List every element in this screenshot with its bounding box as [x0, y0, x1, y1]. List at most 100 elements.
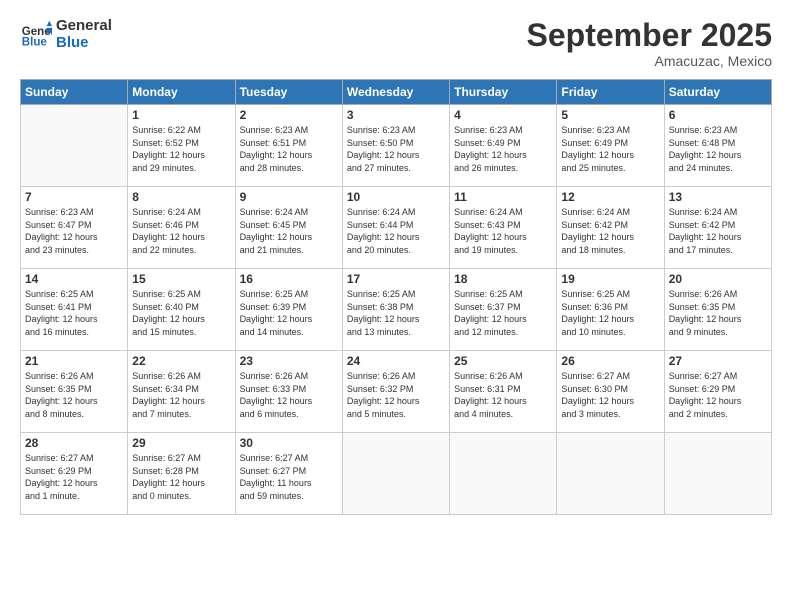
day-info: Sunrise: 6:26 AM Sunset: 6:34 PM Dayligh… [132, 370, 230, 420]
day-info: Sunrise: 6:23 AM Sunset: 6:47 PM Dayligh… [25, 206, 123, 256]
table-row: 27 Sunrise: 6:27 AM Sunset: 6:29 PM Dayli… [664, 351, 771, 433]
col-monday: Monday [128, 80, 235, 105]
svg-text:Blue: Blue [22, 36, 48, 48]
day-info: Sunrise: 6:26 AM Sunset: 6:32 PM Dayligh… [347, 370, 445, 420]
day-number: 18 [454, 272, 552, 286]
day-info: Sunrise: 6:25 AM Sunset: 6:40 PM Dayligh… [132, 288, 230, 338]
table-row: 29 Sunrise: 6:27 AM Sunset: 6:28 PM Dayli… [128, 433, 235, 515]
table-row [21, 105, 128, 187]
title-block: September 2025 Amacuzac, Mexico [527, 18, 772, 69]
col-saturday: Saturday [664, 80, 771, 105]
day-number: 21 [25, 354, 123, 368]
day-number: 10 [347, 190, 445, 204]
day-info: Sunrise: 6:25 AM Sunset: 6:36 PM Dayligh… [561, 288, 659, 338]
day-info: Sunrise: 6:24 AM Sunset: 6:43 PM Dayligh… [454, 206, 552, 256]
day-info: Sunrise: 6:22 AM Sunset: 6:52 PM Dayligh… [132, 124, 230, 174]
day-info: Sunrise: 6:25 AM Sunset: 6:39 PM Dayligh… [240, 288, 338, 338]
day-number: 26 [561, 354, 659, 368]
table-row: 3Sunrise: 6:23 AM Sunset: 6:50 PM Daylig… [342, 105, 449, 187]
day-info: Sunrise: 6:23 AM Sunset: 6:49 PM Dayligh… [561, 124, 659, 174]
day-number: 11 [454, 190, 552, 204]
day-info: Sunrise: 6:24 AM Sunset: 6:45 PM Dayligh… [240, 206, 338, 256]
col-tuesday: Tuesday [235, 80, 342, 105]
day-info: Sunrise: 6:27 AM Sunset: 6:30 PM Dayligh… [561, 370, 659, 420]
calendar-week-row: 28Sunrise: 6:27 AM Sunset: 6:29 PM Dayli… [21, 433, 772, 515]
day-info: Sunrise: 6:23 AM Sunset: 6:48 PM Dayligh… [669, 124, 767, 174]
table-row: 17Sunrise: 6:25 AM Sunset: 6:38 PM Dayli… [342, 269, 449, 351]
logo-general: General [56, 17, 112, 34]
table-row: 4 Sunrise: 6:23 AM Sunset: 6:49 PM Daylig… [450, 105, 557, 187]
col-thursday: Thursday [450, 80, 557, 105]
header: General Blue General Blue September 2025… [20, 18, 772, 69]
table-row: 8 Sunrise: 6:24 AM Sunset: 6:46 PM Daylig… [128, 187, 235, 269]
day-info: Sunrise: 6:25 AM Sunset: 6:41 PM Dayligh… [25, 288, 123, 338]
table-row: 14 Sunrise: 6:25 AM Sunset: 6:41 PM Dayli… [21, 269, 128, 351]
table-row: 10 Sunrise: 6:24 AM Sunset: 6:44 PM Dayli… [342, 187, 449, 269]
day-info: Sunrise: 6:25 AM Sunset: 6:38 PM Dayligh… [347, 288, 445, 338]
table-row: 16Sunrise: 6:25 AM Sunset: 6:39 PM Dayli… [235, 269, 342, 351]
table-row: 5Sunrise: 6:23 AM Sunset: 6:49 PM Daylig… [557, 105, 664, 187]
day-info: Sunrise: 6:23 AM Sunset: 6:51 PM Dayligh… [240, 124, 338, 174]
day-info: Sunrise: 6:26 AM Sunset: 6:35 PM Dayligh… [669, 288, 767, 338]
day-number: 2 [240, 108, 338, 122]
table-row: 12 Sunrise: 6:24 AM Sunset: 6:42 PM Dayli… [557, 187, 664, 269]
table-row [664, 433, 771, 515]
day-number: 6 [669, 108, 767, 122]
day-info: Sunrise: 6:24 AM Sunset: 6:46 PM Dayligh… [132, 206, 230, 256]
day-info: Sunrise: 6:24 AM Sunset: 6:44 PM Dayligh… [347, 206, 445, 256]
day-number: 23 [240, 354, 338, 368]
day-info: Sunrise: 6:26 AM Sunset: 6:35 PM Dayligh… [25, 370, 123, 420]
col-wednesday: Wednesday [342, 80, 449, 105]
calendar-week-row: 7 Sunrise: 6:23 AM Sunset: 6:47 PM Daylig… [21, 187, 772, 269]
table-row: 25 Sunrise: 6:26 AM Sunset: 6:31 PM Dayli… [450, 351, 557, 433]
page: General Blue General Blue September 2025… [0, 0, 792, 612]
day-number: 4 [454, 108, 552, 122]
day-info: Sunrise: 6:26 AM Sunset: 6:31 PM Dayligh… [454, 370, 552, 420]
table-row: 26 Sunrise: 6:27 AM Sunset: 6:30 PM Dayli… [557, 351, 664, 433]
main-title: September 2025 [527, 18, 772, 53]
day-number: 22 [132, 354, 230, 368]
day-info: Sunrise: 6:23 AM Sunset: 6:49 PM Dayligh… [454, 124, 552, 174]
day-number: 25 [454, 354, 552, 368]
day-number: 1 [132, 108, 230, 122]
day-number: 14 [25, 272, 123, 286]
table-row: 21 Sunrise: 6:26 AM Sunset: 6:35 PM Dayli… [21, 351, 128, 433]
day-number: 30 [240, 436, 338, 450]
day-info: Sunrise: 6:26 AM Sunset: 6:33 PM Dayligh… [240, 370, 338, 420]
day-number: 12 [561, 190, 659, 204]
calendar-table: Sunday Monday Tuesday Wednesday Thursday… [20, 79, 772, 515]
day-number: 27 [669, 354, 767, 368]
calendar-week-row: 14 Sunrise: 6:25 AM Sunset: 6:41 PM Dayli… [21, 269, 772, 351]
logo-icon: General Blue [20, 19, 52, 51]
day-number: 7 [25, 190, 123, 204]
day-info: Sunrise: 6:24 AM Sunset: 6:42 PM Dayligh… [669, 206, 767, 256]
day-number: 13 [669, 190, 767, 204]
table-row [557, 433, 664, 515]
day-number: 8 [132, 190, 230, 204]
day-number: 20 [669, 272, 767, 286]
table-row: 1 Sunrise: 6:22 AM Sunset: 6:52 PM Daylig… [128, 105, 235, 187]
day-info: Sunrise: 6:24 AM Sunset: 6:42 PM Dayligh… [561, 206, 659, 256]
calendar-week-row: 1 Sunrise: 6:22 AM Sunset: 6:52 PM Daylig… [21, 105, 772, 187]
col-friday: Friday [557, 80, 664, 105]
day-number: 29 [132, 436, 230, 450]
day-info: Sunrise: 6:27 AM Sunset: 6:29 PM Dayligh… [669, 370, 767, 420]
day-info: Sunrise: 6:27 AM Sunset: 6:28 PM Dayligh… [132, 452, 230, 502]
table-row: 9 Sunrise: 6:24 AM Sunset: 6:45 PM Daylig… [235, 187, 342, 269]
day-info: Sunrise: 6:27 AM Sunset: 6:27 PM Dayligh… [240, 452, 338, 502]
logo: General Blue General Blue [20, 18, 112, 51]
day-info: Sunrise: 6:25 AM Sunset: 6:37 PM Dayligh… [454, 288, 552, 338]
table-row: 19 Sunrise: 6:25 AM Sunset: 6:36 PM Dayli… [557, 269, 664, 351]
table-row: 24 Sunrise: 6:26 AM Sunset: 6:32 PM Dayli… [342, 351, 449, 433]
table-row: 18 Sunrise: 6:25 AM Sunset: 6:37 PM Dayli… [450, 269, 557, 351]
day-number: 19 [561, 272, 659, 286]
table-row [342, 433, 449, 515]
day-number: 9 [240, 190, 338, 204]
calendar-week-row: 21 Sunrise: 6:26 AM Sunset: 6:35 PM Dayli… [21, 351, 772, 433]
table-row: 7 Sunrise: 6:23 AM Sunset: 6:47 PM Daylig… [21, 187, 128, 269]
table-row: 11 Sunrise: 6:24 AM Sunset: 6:43 PM Dayli… [450, 187, 557, 269]
day-number: 28 [25, 436, 123, 450]
day-number: 24 [347, 354, 445, 368]
table-row: 28Sunrise: 6:27 AM Sunset: 6:29 PM Dayli… [21, 433, 128, 515]
day-info: Sunrise: 6:23 AM Sunset: 6:50 PM Dayligh… [347, 124, 445, 174]
